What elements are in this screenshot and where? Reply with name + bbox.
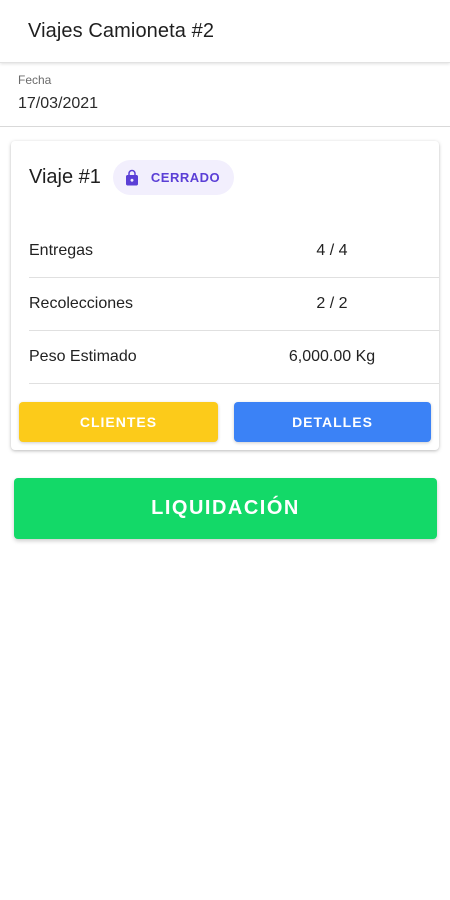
date-field-label: Fecha bbox=[18, 73, 52, 87]
row-value: 2 / 2 bbox=[316, 295, 348, 312]
info-row-recolecciones: Recolecciones 2 / 2 bbox=[29, 278, 439, 331]
info-row-entregas: Entregas 4 / 4 bbox=[29, 225, 439, 278]
date-field-value[interactable]: 17/03/2021 bbox=[18, 95, 98, 113]
trip-title: Viaje #1 bbox=[29, 166, 101, 188]
liquidacion-button[interactable]: LIQUIDACIÓN bbox=[14, 478, 437, 539]
clientes-button[interactable]: CLIENTES bbox=[19, 402, 218, 442]
status-badge: CERRADO bbox=[112, 160, 235, 195]
detalles-button[interactable]: DETALLES bbox=[234, 402, 431, 442]
app-bar: Viajes Camioneta #2 bbox=[0, 0, 450, 63]
trip-card: Viaje #1 CERRADO Entregas 4 / 4 Recolecc… bbox=[11, 141, 439, 450]
info-row-peso-estimado: Peso Estimado 6,000.00 Kg bbox=[29, 331, 439, 384]
status-label: CERRADO bbox=[150, 170, 221, 185]
lock-icon bbox=[125, 169, 138, 185]
date-field[interactable]: Fecha 17/03/2021 bbox=[0, 64, 450, 127]
row-value: 6,000.00 Kg bbox=[288, 348, 376, 365]
row-value: 4 / 4 bbox=[316, 242, 348, 259]
page-title: Viajes Camioneta #2 bbox=[28, 19, 215, 42]
trip-card-header: Viaje #1 CERRADO bbox=[29, 160, 235, 195]
